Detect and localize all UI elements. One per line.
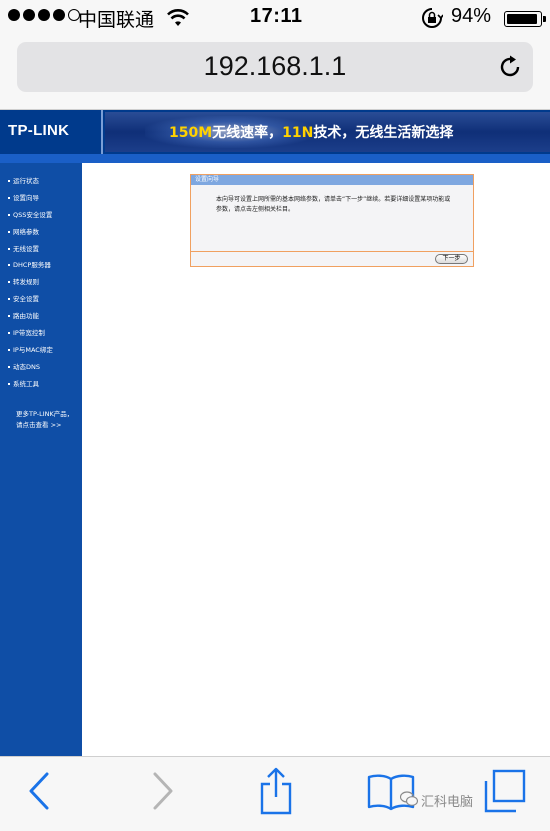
browser-toolbar: 汇科电脑 (0, 756, 550, 831)
header-divider (0, 154, 550, 163)
battery-level (507, 14, 538, 24)
sidebar-item-system-tools[interactable]: 系统工具 (8, 376, 53, 393)
status-bar: 中国联通 17:11 94% (0, 0, 550, 38)
carrier-name: 中国联通 (78, 9, 155, 31)
address-bar[interactable]: 192.168.1.1 (17, 42, 533, 92)
slogan-part-2: 技术，无线生活新选择 (313, 125, 454, 141)
wizard-description: 本向导可设置上网所需的基本网络参数，请单击“下一步”继续。若要详细设置某项功能或… (216, 196, 451, 213)
tp-link-logo: TP-LINK (0, 110, 103, 154)
wizard-footer: 下一步 (191, 251, 473, 266)
more-products-line2: 请点击查看 >> (16, 421, 62, 429)
watermark-text: 汇科电脑 (421, 795, 474, 810)
wifi-icon (167, 9, 189, 26)
slogan-highlight-1: 150M (169, 125, 213, 141)
header-banner: 150M无线速率，11N技术，无线生活新选择 (105, 112, 550, 152)
sidebar-item-routing[interactable]: 路由功能 (8, 308, 53, 325)
url-text[interactable]: 192.168.1.1 (17, 51, 533, 82)
slogan-part-1: 无线速率， (212, 125, 283, 141)
tabs-icon[interactable] (482, 769, 528, 813)
logo-text: TP-LINK (8, 122, 70, 139)
forward-icon[interactable] (150, 771, 176, 811)
battery-icon (504, 11, 546, 27)
rotation-lock-icon (422, 8, 443, 28)
setup-wizard-panel: 设置向导 本向导可设置上网所需的基本网络参数，请单击“下一步”继续。若要详细设置… (190, 174, 474, 267)
more-products-link[interactable]: 更多TP-LINK产品， 请点击查看 >> (16, 409, 73, 431)
browser-address-area: 192.168.1.1 (0, 38, 550, 110)
signal-strength-icon (8, 9, 80, 21)
sidebar-item-bandwidth[interactable]: IP带宽控制 (8, 325, 53, 342)
sidebar-item-forwarding[interactable]: 转发规则 (8, 274, 53, 291)
clock: 17:11 (250, 5, 303, 27)
sidebar-item-dhcp[interactable]: DHCP服务器 (8, 257, 53, 274)
sidebar-item-network[interactable]: 网络参数 (8, 224, 53, 241)
sidebar-menu: 运行状态 设置向导 QSS安全设置 网络参数 无线设置 DHCP服务器 转发规则… (0, 163, 82, 756)
router-header: TP-LINK 150M无线速率，11N技术，无线生活新选择 (0, 110, 550, 154)
wizard-title: 设置向导 (191, 175, 473, 185)
sidebar-item-setup-wizard[interactable]: 设置向导 (8, 190, 53, 207)
share-icon[interactable] (258, 767, 294, 815)
battery-percent: 94% (451, 5, 492, 27)
more-products-line1: 更多TP-LINK产品， (16, 410, 74, 418)
main-content: 设置向导 本向导可设置上网所需的基本网络参数，请单击“下一步”继续。若要详细设置… (82, 163, 550, 756)
menu-list: 运行状态 设置向导 QSS安全设置 网络参数 无线设置 DHCP服务器 转发规则… (8, 173, 53, 393)
sidebar-item-status[interactable]: 运行状态 (8, 173, 53, 190)
sidebar-item-qss[interactable]: QSS安全设置 (8, 207, 53, 224)
back-icon[interactable] (26, 771, 52, 811)
wechat-icon (400, 791, 418, 806)
sidebar-item-security[interactable]: 安全设置 (8, 291, 53, 308)
sidebar-item-ddns[interactable]: 动态DNS (8, 359, 53, 376)
next-button[interactable]: 下一步 (435, 254, 468, 264)
slogan-highlight-2: 11N (282, 125, 314, 141)
sidebar-item-ip-mac[interactable]: IP与MAC绑定 (8, 342, 53, 359)
reload-icon[interactable] (496, 53, 524, 81)
sidebar-item-wireless[interactable]: 无线设置 (8, 241, 53, 258)
banner-slogan: 150M无线速率，11N技术，无线生活新选择 (169, 122, 453, 142)
